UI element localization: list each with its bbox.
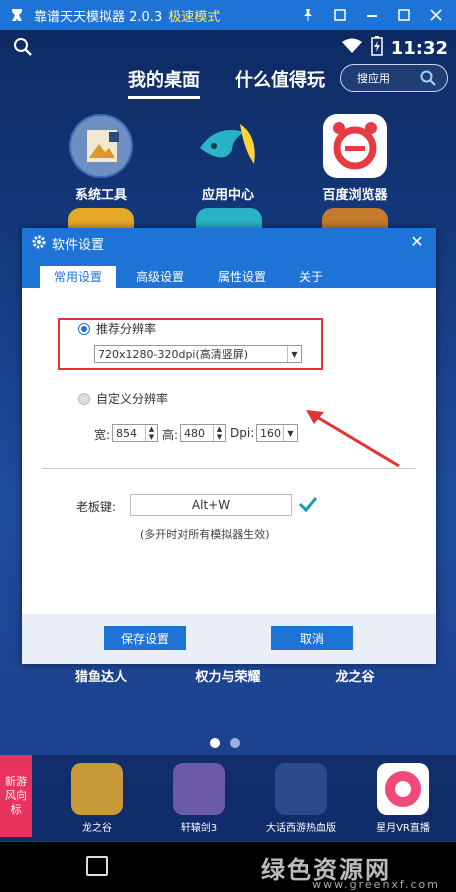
clock: 11:32 bbox=[390, 37, 448, 59]
dpi-label: Dpi: bbox=[230, 426, 255, 440]
boss-key-label: 老板键: bbox=[76, 500, 117, 514]
android-navbar: 绿色资源网 www.greenxf.com bbox=[0, 842, 456, 892]
annotation-arrow-icon bbox=[306, 410, 400, 468]
dock-app-label: 龙之谷 bbox=[82, 823, 112, 834]
restore-icon[interactable] bbox=[324, 0, 356, 30]
dock-app-label: 星月VR直播 bbox=[376, 823, 430, 834]
width-label: 宽: bbox=[94, 428, 111, 442]
wifi-icon bbox=[341, 38, 363, 58]
minimize-icon[interactable] bbox=[356, 0, 388, 30]
app-search-placeholder: 搜应用 bbox=[357, 72, 390, 85]
tab-advanced-settings[interactable]: 高级设置 bbox=[122, 266, 198, 288]
boss-key-value: Alt+W bbox=[191, 498, 231, 512]
stepper-arrows-icon[interactable]: ▲ ▼ bbox=[145, 425, 157, 441]
search-icon[interactable] bbox=[12, 36, 34, 58]
stepper-value: 480 bbox=[184, 426, 205, 440]
desktop-topnav: 我的桌面 什么值得玩 搜应用 bbox=[0, 64, 456, 104]
vr-live-icon bbox=[377, 763, 429, 815]
tab-common-settings[interactable]: 常用设置 bbox=[40, 266, 116, 288]
dock-app-label: 大话西游热血版 bbox=[266, 823, 336, 834]
battery-icon bbox=[370, 36, 383, 60]
app-search-input[interactable]: 搜应用 bbox=[340, 64, 448, 92]
app-center-icon bbox=[196, 114, 260, 178]
app-logo-icon bbox=[8, 6, 26, 24]
window-title: 靠谱天天模拟器 2.0.3 bbox=[34, 9, 163, 25]
dpi-select[interactable]: 160 ▼ bbox=[256, 424, 298, 442]
dialog-header: 软件设置 ✕ 常用设置 高级设置 属性设置 关于 bbox=[22, 228, 436, 288]
height-label: 高: bbox=[162, 428, 179, 442]
dock-app-vr-live[interactable]: 星月VR直播 bbox=[358, 763, 448, 834]
recommended-resolution-select[interactable]: 720x1280-320dpi(高清竖屏) ▼ bbox=[94, 345, 302, 363]
select-value: 160 bbox=[260, 426, 281, 440]
app-fish-hunter[interactable]: 猎鱼达人 bbox=[56, 666, 146, 685]
app-label: 猎鱼达人 bbox=[74, 670, 127, 685]
dock: 新游风向标 龙之谷 轩辕剑3 大话西游热血版 星月VR直播 bbox=[0, 755, 456, 841]
new-game-banner[interactable]: 新游风向标 bbox=[0, 755, 32, 837]
dialog-close-icon[interactable]: ✕ bbox=[406, 232, 428, 254]
page-dot-active bbox=[210, 738, 220, 748]
status-bar: 11:32 bbox=[0, 30, 456, 64]
stepper-arrows-icon[interactable]: ▲ ▼ bbox=[213, 425, 225, 441]
app-label: 权力与荣耀 bbox=[195, 670, 261, 685]
app-label: 系统工具 bbox=[74, 188, 127, 203]
dock-app-westward[interactable]: 大话西游热血版 bbox=[256, 763, 346, 834]
chevron-down-icon: ▼ bbox=[283, 425, 297, 441]
boss-key-note: (多开时对所有模拟器生效) bbox=[140, 528, 270, 541]
custom-resolution-label: 自定义分辨率 bbox=[96, 392, 169, 406]
dialog-body: 推荐分辨率 720x1280-320dpi(高清竖屏) ▼ 自定义分辨率 宽: … bbox=[22, 288, 436, 614]
page-indicator bbox=[210, 738, 240, 748]
system-tools-icon bbox=[69, 114, 133, 178]
dialog-footer: 保存设置 取消 bbox=[22, 614, 436, 664]
dock-app-label: 轩辕剑3 bbox=[180, 823, 218, 834]
dragon-valley-icon bbox=[71, 763, 123, 815]
custom-resolution-radio[interactable]: 自定义分辨率 bbox=[78, 390, 168, 407]
app-label: 百度浏览器 bbox=[322, 188, 388, 203]
xuanyuan-icon bbox=[173, 763, 225, 815]
radio-selected-icon bbox=[78, 322, 90, 335]
app-baidu-browser[interactable]: 百度浏览器 bbox=[310, 114, 400, 203]
width-stepper[interactable]: 854 ▲ ▼ bbox=[112, 424, 158, 442]
page-dot bbox=[230, 738, 240, 748]
tab-recommend[interactable]: 什么值得玩 bbox=[235, 66, 325, 92]
app-power-glory[interactable]: 权力与荣耀 bbox=[183, 666, 273, 685]
app-label: 龙之谷 bbox=[335, 670, 375, 685]
tab-my-desktop[interactable]: 我的桌面 bbox=[128, 66, 200, 99]
dialog-title: 软件设置 bbox=[52, 238, 105, 253]
dock-app-dragon-valley[interactable]: 龙之谷 bbox=[52, 763, 142, 834]
gear-icon bbox=[32, 235, 46, 253]
app-app-center[interactable]: 应用中心 bbox=[183, 114, 273, 203]
watermark-url: www.greenxf.com bbox=[312, 878, 440, 891]
stepper-value: 854 bbox=[116, 426, 137, 440]
recommended-resolution-label: 推荐分辨率 bbox=[96, 322, 157, 336]
tab-property-settings[interactable]: 属性设置 bbox=[204, 266, 280, 288]
checkmark-icon bbox=[298, 494, 318, 516]
divider bbox=[42, 468, 416, 469]
window-titlebar: 靠谱天天模拟器 2.0.3 极速模式 bbox=[0, 0, 456, 30]
radio-unselected-icon bbox=[78, 392, 90, 405]
search-icon[interactable] bbox=[419, 69, 437, 87]
speed-mode-link[interactable]: 极速模式 bbox=[168, 6, 220, 25]
westward-journey-icon bbox=[275, 763, 327, 815]
chevron-down-icon: ▼ bbox=[287, 346, 301, 362]
pin-icon[interactable] bbox=[292, 0, 324, 30]
close-icon[interactable] bbox=[420, 0, 452, 30]
app-label: 应用中心 bbox=[201, 188, 254, 203]
cancel-button[interactable]: 取消 bbox=[271, 626, 353, 650]
dock-app-xuanyuan[interactable]: 轩辕剑3 bbox=[154, 763, 244, 834]
height-stepper[interactable]: 480 ▲ ▼ bbox=[180, 424, 226, 442]
select-value: 720x1280-320dpi(高清竖屏) bbox=[98, 348, 249, 361]
tab-about[interactable]: 关于 bbox=[286, 266, 336, 288]
app-dragon-valley[interactable]: 龙之谷 bbox=[310, 666, 400, 685]
recent-apps-icon[interactable] bbox=[86, 856, 108, 876]
save-settings-button[interactable]: 保存设置 bbox=[104, 626, 186, 650]
boss-key-input[interactable]: Alt+W bbox=[130, 494, 292, 516]
maximize-icon[interactable] bbox=[388, 0, 420, 30]
settings-dialog: 软件设置 ✕ 常用设置 高级设置 属性设置 关于 推荐分辨率 720x1280-… bbox=[22, 228, 436, 664]
baidu-browser-icon bbox=[323, 114, 387, 178]
app-system-tools[interactable]: 系统工具 bbox=[56, 114, 146, 203]
recommended-resolution-radio[interactable]: 推荐分辨率 bbox=[78, 320, 156, 337]
